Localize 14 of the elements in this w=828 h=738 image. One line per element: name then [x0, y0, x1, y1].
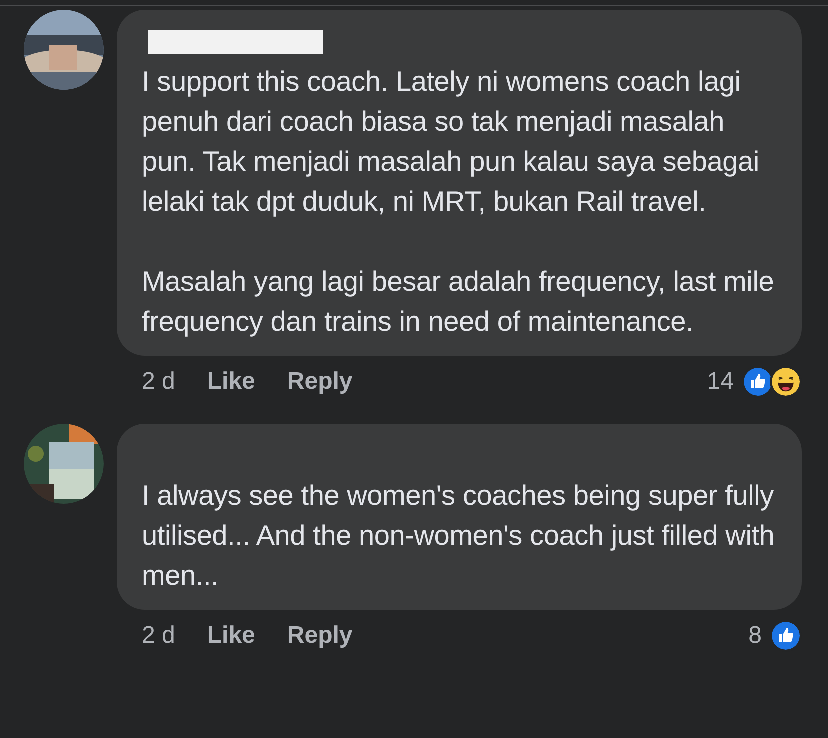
comment-text: Masalah yang lagi besar adalah frequency, last mile frequency dan trains in need of maintenance.: [142, 265, 776, 339]
reply-link[interactable]: Reply: [287, 618, 353, 654]
comment-text: I always see the women's coaches being super fully utilised... And the non-women's coach just filled with men...: [142, 479, 776, 593]
comment-time: 2 d: [142, 621, 176, 651]
comment-time: 2 d: [142, 367, 176, 397]
thumbs-up-icon: [742, 366, 774, 398]
comment-text: I support this coach. Lately ni womens coach lagi penuh dari coach biasa so tak menjadi masalah pun. Tak menjadi masalah pun kalau saya sebagai lelaki tak dpt duduk, ni MRT, bukan Rail travel.: [142, 65, 760, 219]
thumbs-up-icon: [770, 620, 802, 652]
like-link[interactable]: Like: [207, 364, 256, 400]
reaction-count: 8: [748, 621, 762, 651]
laughing-face-icon: [770, 366, 802, 398]
reply-link[interactable]: Reply: [287, 364, 353, 400]
like-link[interactable]: Like: [207, 618, 256, 654]
reaction-count: 14: [707, 367, 734, 397]
